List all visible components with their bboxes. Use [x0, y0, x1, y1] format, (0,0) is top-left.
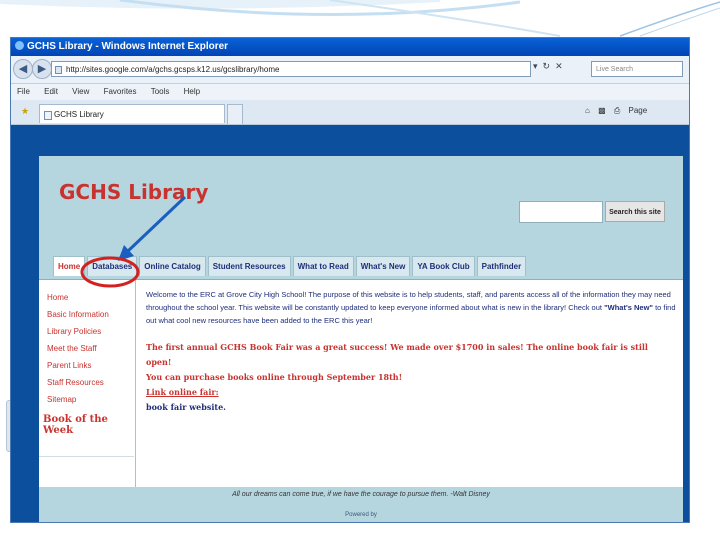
browser-window: GCHS Library - Windows Internet Explorer…	[11, 38, 689, 522]
sidebar-item-library-policies[interactable]: Library Policies	[47, 323, 135, 340]
ie-icon	[15, 41, 24, 50]
address-text: http://sites.google.com/a/gchs.gcsps.k12…	[66, 65, 280, 74]
refresh-icon[interactable]: ↻	[543, 61, 556, 71]
sidebar-item-home[interactable]: Home	[47, 289, 135, 306]
tab-home[interactable]: Home	[53, 256, 86, 276]
print-icon[interactable]: ⎙	[614, 106, 620, 115]
tab-ya-book-club[interactable]: YA Book Club	[412, 256, 475, 276]
site-footer: All our dreams can come true, if we have…	[39, 487, 683, 511]
sidebar-item-basic-information[interactable]: Basic Information	[47, 306, 135, 323]
footer-quote: All our dreams can come true, if we have…	[232, 491, 490, 498]
tab-pathfinder[interactable]: Pathfinder	[476, 256, 527, 276]
address-tools: ▾↻✕	[533, 61, 568, 72]
menu-edit[interactable]: Edit	[44, 87, 58, 96]
sidebar-divider	[39, 456, 134, 457]
book-fair-announcement: The first annual GCHS Book Fair was a gr…	[146, 342, 648, 367]
page-viewport: GCHS Library Search this site Home Databa…	[11, 125, 689, 522]
sidebar-item-staff-resources[interactable]: Staff Resources	[47, 374, 135, 391]
site-search-input[interactable]	[519, 201, 603, 223]
site-body: Home Basic Information Library Policies …	[39, 279, 683, 488]
window-title: GCHS Library - Windows Internet Explorer	[27, 41, 229, 52]
command-bar: ⌂ ▩ ⎙ Page	[579, 106, 647, 116]
page-menu[interactable]: Page	[629, 106, 648, 115]
welcome-paragraph: Welcome to the ERC at Grove City High Sc…	[146, 288, 676, 327]
forward-icon[interactable]: ▶	[32, 59, 52, 79]
tab-online-catalog[interactable]: Online Catalog	[139, 256, 206, 276]
tab-databases[interactable]: Databases	[87, 256, 138, 276]
favorites-star-icon[interactable]: ★	[21, 106, 31, 117]
tab-whats-new[interactable]: What's New	[355, 256, 411, 276]
feeds-icon[interactable]: ▩	[598, 106, 606, 115]
site-sidebar: Home Basic Information Library Policies …	[39, 280, 136, 488]
powered-by[interactable]: Powered by	[39, 512, 683, 518]
slide-swoosh-decoration	[0, 0, 720, 37]
menu-file[interactable]: File	[17, 87, 30, 96]
live-search-input[interactable]: Live Search	[591, 61, 683, 77]
site-header: GCHS Library Search this site	[39, 156, 683, 244]
menu-tools[interactable]: Tools	[151, 87, 170, 96]
menu-favorites[interactable]: Favorites	[104, 87, 137, 96]
tab-student-resources[interactable]: Student Resources	[207, 256, 291, 276]
menu-view[interactable]: View	[72, 87, 89, 96]
browser-tab-gchs[interactable]: GCHS Library	[39, 104, 225, 123]
page-icon	[55, 66, 62, 74]
dropdown-icon[interactable]: ▾	[533, 61, 543, 71]
site-nav-tabs: Home Databases Online Catalog Student Resou…	[53, 256, 528, 278]
book-of-the-week-heading: Book of the Week	[43, 414, 108, 436]
address-bar: ◀ ▶ http://sites.google.com/a/gchs.gcsps…	[11, 56, 689, 84]
window-titlebar: GCHS Library - Windows Internet Explorer	[11, 38, 689, 56]
site-title: GCHS Library	[59, 180, 209, 204]
search-site-button[interactable]: Search this site	[605, 201, 665, 222]
welcome-text-1: Welcome to the ERC at Grove City High Sc…	[146, 290, 671, 312]
main-content: Welcome to the ERC at Grove City High Sc…	[146, 288, 676, 415]
menu-bar: File Edit View Favorites Tools Help	[11, 84, 689, 100]
address-input[interactable]: http://sites.google.com/a/gchs.gcsps.k12…	[51, 61, 531, 77]
book-fair-link-label[interactable]: Link online fair:	[146, 385, 676, 400]
back-icon[interactable]: ◀	[13, 59, 33, 79]
book-fair-dates: You can purchase books online through Se…	[146, 372, 403, 382]
book-fair-website-link[interactable]: book fair website.	[146, 400, 676, 415]
tab-what-to-read[interactable]: What to Read	[292, 256, 354, 276]
sidebar-item-parent-links[interactable]: Parent Links	[47, 357, 135, 374]
menu-help[interactable]: Help	[184, 87, 200, 96]
sidebar-item-meet-the-staff[interactable]: Meet the Staff	[47, 340, 135, 357]
home-icon[interactable]: ⌂	[585, 106, 590, 115]
sidebar-item-sitemap[interactable]: Sitemap	[47, 391, 135, 408]
whats-new-highlight: "What's New"	[604, 303, 653, 312]
google-site: GCHS Library Search this site Home Databa…	[39, 156, 683, 522]
stop-icon[interactable]: ✕	[555, 61, 568, 71]
new-tab-button[interactable]	[227, 104, 243, 124]
